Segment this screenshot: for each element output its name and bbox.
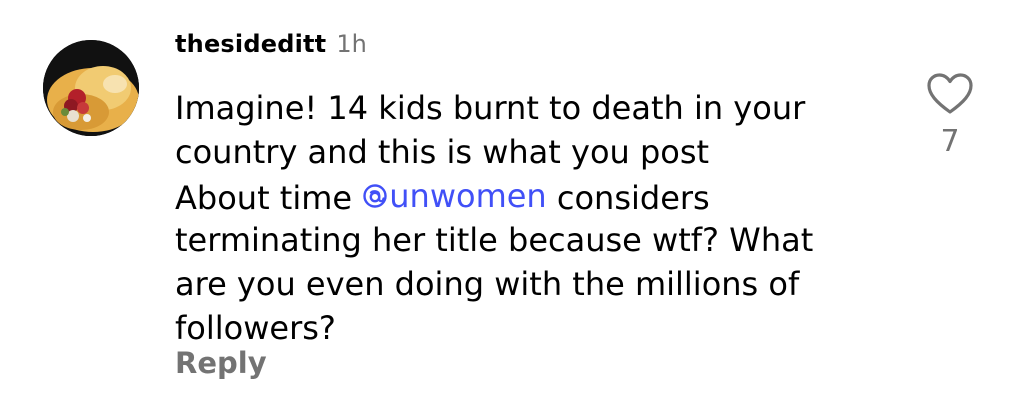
- mention-link[interactable]: unwomen: [362, 174, 547, 218]
- comment-line-with-mention: About time unwomen considers: [175, 174, 895, 218]
- mention-username: unwomen: [389, 177, 547, 215]
- comment-line: Imagine! 14 kids burnt to death in your: [175, 89, 806, 127]
- like-count: 7: [940, 124, 960, 159]
- avatar-image: [43, 40, 139, 136]
- like-button[interactable]: [926, 72, 974, 116]
- comment-line: country and this is what you post: [175, 133, 710, 171]
- comment-header: thesideditt 1h: [175, 30, 367, 72]
- comment-line: terminating her title because wtf? What: [175, 221, 814, 259]
- timestamp: 1h: [336, 30, 367, 58]
- username[interactable]: thesideditt: [175, 30, 326, 58]
- comment-text: Imagine! 14 kids burnt to death in your …: [175, 86, 895, 350]
- comment-text-fragment: considers: [556, 179, 710, 217]
- comment-text-fragment: About time: [175, 179, 353, 217]
- reply-button[interactable]: Reply: [175, 346, 267, 380]
- avatar[interactable]: [43, 40, 139, 136]
- heart-outline-icon: [927, 73, 973, 114]
- threads-at-icon: [363, 184, 387, 208]
- comment-line: are you even doing with the millions of: [175, 265, 800, 303]
- comment-line: followers?: [175, 309, 336, 347]
